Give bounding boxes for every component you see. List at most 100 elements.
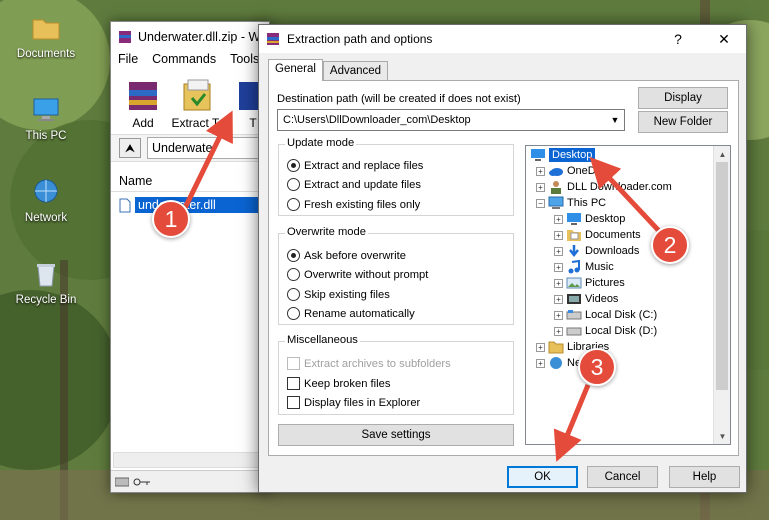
checkbox-keep-broken[interactable]: Keep broken files xyxy=(287,377,390,390)
expand-icon[interactable]: + xyxy=(554,262,563,272)
checkbox[interactable] xyxy=(287,396,300,409)
tree-item-user[interactable]: + DLL Downloader.com xyxy=(536,179,672,195)
desktop-icon-this-pc[interactable]: This PC xyxy=(8,94,84,142)
expand-icon[interactable]: + xyxy=(554,278,563,288)
checkbox-label: Extract archives to subfolders xyxy=(304,357,451,370)
dialog-tabs: General Advanced xyxy=(268,59,389,81)
miscellaneous-title: Miscellaneous xyxy=(285,334,360,346)
onedrive-icon xyxy=(549,168,563,176)
winrar-title-bar[interactable]: Underwater.dll.zip - W xyxy=(111,22,269,52)
save-settings-button[interactable]: Save settings xyxy=(278,424,514,446)
radio-button[interactable] xyxy=(287,198,300,211)
desktop-icon-label: Recycle Bin xyxy=(15,294,77,306)
winrar-status-bar xyxy=(111,470,269,492)
desktop-icon xyxy=(531,149,545,161)
radio-rename-automatically[interactable]: Rename automatically xyxy=(287,307,415,320)
extract-to-button[interactable]: Extract To xyxy=(171,78,225,132)
overwrite-mode-title: Overwrite mode xyxy=(285,226,368,238)
tree-item-desktop[interactable]: Desktop xyxy=(530,147,596,163)
scroll-thumb[interactable] xyxy=(716,162,728,390)
expand-icon[interactable]: + xyxy=(554,294,563,304)
tree-item-this-pc[interactable]: − This PC xyxy=(536,195,606,211)
scroll-up-icon[interactable]: ▲ xyxy=(714,146,730,162)
checkbox[interactable] xyxy=(287,377,300,390)
overwrite-mode-group: Overwrite mode Ask before overwrite Over… xyxy=(278,226,514,325)
radio-button[interactable] xyxy=(287,307,300,320)
desktop-icon-documents[interactable]: Documents xyxy=(8,12,84,60)
desktop-icon-recycle-bin[interactable]: Recycle Bin xyxy=(8,258,84,306)
tree-item-local-disk-d[interactable]: + Local Disk (D:) xyxy=(554,323,657,339)
expand-icon[interactable]: + xyxy=(554,214,563,224)
close-icon: ✕ xyxy=(718,30,730,47)
radio-extract-update[interactable]: Extract and update files xyxy=(287,178,421,191)
archive-path: Underwater xyxy=(152,141,217,155)
menu-tools[interactable]: Tools xyxy=(230,52,259,72)
chevron-down-icon[interactable]: ▼ xyxy=(606,110,624,130)
radio-button[interactable] xyxy=(287,249,300,262)
collapse-icon[interactable]: − xyxy=(536,198,545,208)
expand-icon[interactable]: + xyxy=(536,182,545,192)
checkbox[interactable] xyxy=(287,357,300,370)
column-header-name[interactable]: Name xyxy=(111,168,269,192)
tree-scrollbar[interactable]: ▲ ▼ xyxy=(713,146,730,444)
tree-item-pictures[interactable]: + Pictures xyxy=(554,275,625,291)
help-title-button[interactable]: ? xyxy=(658,25,698,53)
drive-icon xyxy=(566,310,582,320)
add-button[interactable]: Add xyxy=(123,78,163,132)
tree-item-label: Pictures xyxy=(585,277,625,289)
cancel-button[interactable]: Cancel xyxy=(587,466,658,488)
scroll-down-icon[interactable]: ▼ xyxy=(714,428,730,444)
radio-label: Rename automatically xyxy=(304,307,415,320)
destination-path-combobox[interactable]: C:\Users\DllDownloader_com\Desktop ▼ xyxy=(277,109,625,131)
radio-extract-replace[interactable]: Extract and replace files xyxy=(287,159,423,172)
expand-icon[interactable]: + xyxy=(536,358,545,368)
tree-item-music[interactable]: + Music xyxy=(554,259,614,275)
expand-icon[interactable]: + xyxy=(536,166,545,176)
tree-item-label: Local Disk (D:) xyxy=(585,325,658,337)
tab-general[interactable]: General xyxy=(268,59,323,81)
dll-file-icon xyxy=(119,198,131,212)
tree-item-pc-desktop[interactable]: + Desktop xyxy=(554,211,625,227)
expand-icon[interactable]: + xyxy=(554,326,563,336)
radio-label: Fresh existing files only xyxy=(304,198,421,211)
file-row[interactable]: underwater.dll xyxy=(119,196,269,214)
tree-item-documents[interactable]: + Documents xyxy=(554,227,641,243)
radio-fresh-existing[interactable]: Fresh existing files only xyxy=(287,198,420,211)
help-button[interactable]: Help xyxy=(669,466,740,488)
menu-commands[interactable]: Commands xyxy=(152,52,216,72)
tree-item-onedrive[interactable]: + OneDrive xyxy=(536,163,613,179)
tree-item-local-disk-c[interactable]: + Local Disk (C:) xyxy=(554,307,657,323)
new-folder-button[interactable]: New Folder xyxy=(638,111,728,133)
dialog-title-bar[interactable]: Extraction path and options ? ✕ xyxy=(259,25,746,53)
menu-file[interactable]: File xyxy=(118,52,138,72)
radio-skip-existing[interactable]: Skip existing files xyxy=(287,288,390,301)
ok-button[interactable]: OK xyxy=(507,466,578,488)
radio-button[interactable] xyxy=(287,268,300,281)
radio-button[interactable] xyxy=(287,288,300,301)
tab-advanced[interactable]: Advanced xyxy=(322,61,389,81)
display-button[interactable]: Display xyxy=(638,87,728,109)
expand-icon[interactable]: + xyxy=(554,230,563,240)
checkbox-display-in-explorer[interactable]: Display files in Explorer xyxy=(287,396,420,409)
expand-icon[interactable]: + xyxy=(554,246,563,256)
tree-item-label: Documents xyxy=(585,229,641,241)
archive-path-field[interactable]: Underwater xyxy=(147,137,269,159)
horizontal-scrollbar[interactable] xyxy=(113,452,267,468)
radio-overwrite-without-prompt[interactable]: Overwrite without prompt xyxy=(287,268,428,281)
downloads-icon xyxy=(569,245,579,258)
tree-item-videos[interactable]: + Videos xyxy=(554,291,618,307)
checkbox-extract-subfolders[interactable]: Extract archives to subfolders xyxy=(287,357,451,370)
radio-button[interactable] xyxy=(287,178,300,191)
up-folder-button[interactable]: ⮝ xyxy=(119,138,141,158)
tree-item-downloads[interactable]: + Downloads xyxy=(554,243,639,259)
desktop-icon xyxy=(567,213,581,225)
expand-icon[interactable]: + xyxy=(536,342,545,352)
radio-ask-before[interactable]: Ask before overwrite xyxy=(287,249,406,262)
expand-icon[interactable]: + xyxy=(554,310,563,320)
winrar-icon xyxy=(119,31,131,43)
radio-button[interactable] xyxy=(287,159,300,172)
user-icon xyxy=(551,181,561,194)
desktop-icon-network[interactable]: Network xyxy=(8,176,84,224)
close-button[interactable]: ✕ xyxy=(704,25,744,53)
checkbox-label: Display files in Explorer xyxy=(304,396,421,409)
